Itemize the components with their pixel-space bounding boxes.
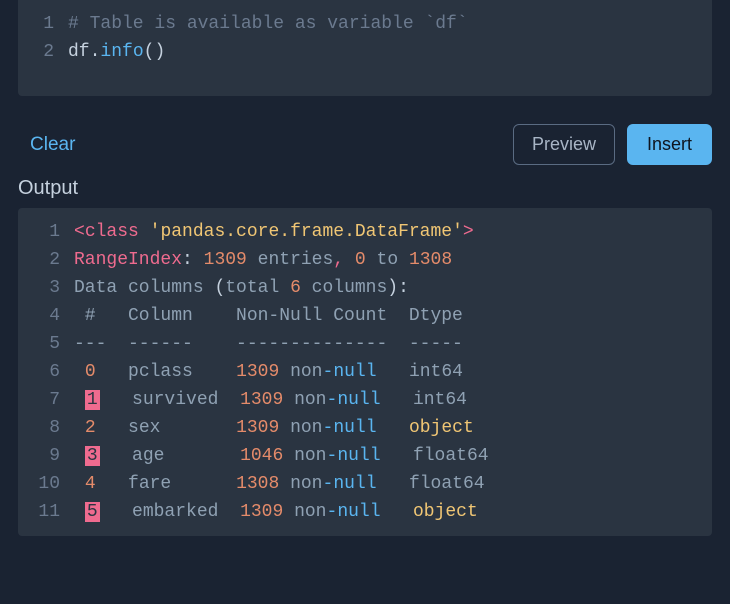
dtype: object	[413, 502, 478, 522]
row-index: 1	[85, 390, 100, 410]
row-index: 4	[85, 474, 96, 494]
line-number: 7	[18, 386, 74, 414]
output-data-row: 9 3 age 1046 non-null float64	[18, 442, 712, 470]
preview-button[interactable]: Preview	[513, 124, 615, 165]
output-content: RangeIndex: 1309 entries, 0 to 1308	[74, 246, 452, 274]
row-index: 0	[85, 362, 96, 382]
line-number: 2	[18, 38, 68, 66]
non-null-count: 1308	[236, 474, 279, 494]
line-number: 4	[18, 302, 74, 330]
output-header: # Column Non-Null Count Dtype	[74, 302, 463, 330]
action-bar: Clear Preview Insert	[0, 114, 730, 173]
code-line: 2 df.info()	[18, 38, 712, 66]
output-content: 1 survived 1309 non-null int64	[74, 386, 467, 414]
output-data-row: 8 2 sex 1309 non-null object	[18, 414, 712, 442]
code-comment: # Table is available as variable `df`	[68, 10, 468, 38]
output-divider: --- ------ -------------- -----	[74, 330, 463, 358]
output-content: 4 fare 1308 non-null float64	[74, 470, 485, 498]
dtype: float64	[409, 474, 485, 494]
non-null-count: 1046	[240, 446, 283, 466]
line-number: 6	[18, 358, 74, 386]
column-name: survived	[132, 390, 240, 410]
line-number: 8	[18, 414, 74, 442]
column-name: fare	[128, 474, 236, 494]
column-name: pclass	[128, 362, 236, 382]
output-line: 3 Data columns (total 6 columns):	[18, 274, 712, 302]
column-name: embarked	[132, 502, 240, 522]
row-index: 2	[85, 418, 96, 438]
dtype: int64	[413, 390, 467, 410]
non-null-count: 1309	[236, 362, 279, 382]
line-number: 10	[18, 470, 74, 498]
line-number: 9	[18, 442, 74, 470]
line-number: 1	[18, 10, 68, 38]
right-buttons: Preview Insert	[513, 124, 712, 165]
insert-button[interactable]: Insert	[627, 124, 712, 165]
column-name: sex	[128, 418, 236, 438]
output-label: Output	[0, 173, 730, 208]
non-null-count: 1309	[240, 390, 283, 410]
column-name: age	[132, 446, 240, 466]
line-number: 1	[18, 218, 74, 246]
row-index: 5	[85, 502, 100, 522]
line-number: 11	[18, 498, 74, 526]
output-data-row: 10 4 fare 1308 non-null float64	[18, 470, 712, 498]
dtype: int64	[409, 362, 463, 382]
output-content: 5 embarked 1309 non-null object	[74, 498, 478, 526]
output-line: 4 # Column Non-Null Count Dtype	[18, 302, 712, 330]
code-editor[interactable]: 1 # Table is available as variable `df` …	[18, 0, 712, 96]
line-number: 3	[18, 274, 74, 302]
dtype: object	[409, 418, 474, 438]
output-content: 0 pclass 1309 non-null int64	[74, 358, 463, 386]
output-data-row: 7 1 survived 1309 non-null int64	[18, 386, 712, 414]
clear-button[interactable]: Clear	[30, 134, 75, 156]
code-content: df.info()	[68, 38, 165, 66]
output-content: Data columns (total 6 columns):	[74, 274, 409, 302]
line-number: 5	[18, 330, 74, 358]
output-content: 2 sex 1309 non-null object	[74, 414, 474, 442]
non-null-count: 1309	[236, 418, 279, 438]
output-content: 3 age 1046 non-null float64	[74, 442, 489, 470]
line-number: 2	[18, 246, 74, 274]
output-line: 5 --- ------ -------------- -----	[18, 330, 712, 358]
output-line: 2 RangeIndex: 1309 entries, 0 to 1308	[18, 246, 712, 274]
output-data-row: 6 0 pclass 1309 non-null int64	[18, 358, 712, 386]
non-null-count: 1309	[240, 502, 283, 522]
output-panel: 1 <class 'pandas.core.frame.DataFrame'> …	[18, 208, 712, 536]
code-line: 1 # Table is available as variable `df`	[18, 10, 712, 38]
output-data-row: 11 5 embarked 1309 non-null object	[18, 498, 712, 526]
output-line: 1 <class 'pandas.core.frame.DataFrame'>	[18, 218, 712, 246]
row-index: 3	[85, 446, 100, 466]
output-content: <class 'pandas.core.frame.DataFrame'>	[74, 218, 474, 246]
dtype: float64	[413, 446, 489, 466]
